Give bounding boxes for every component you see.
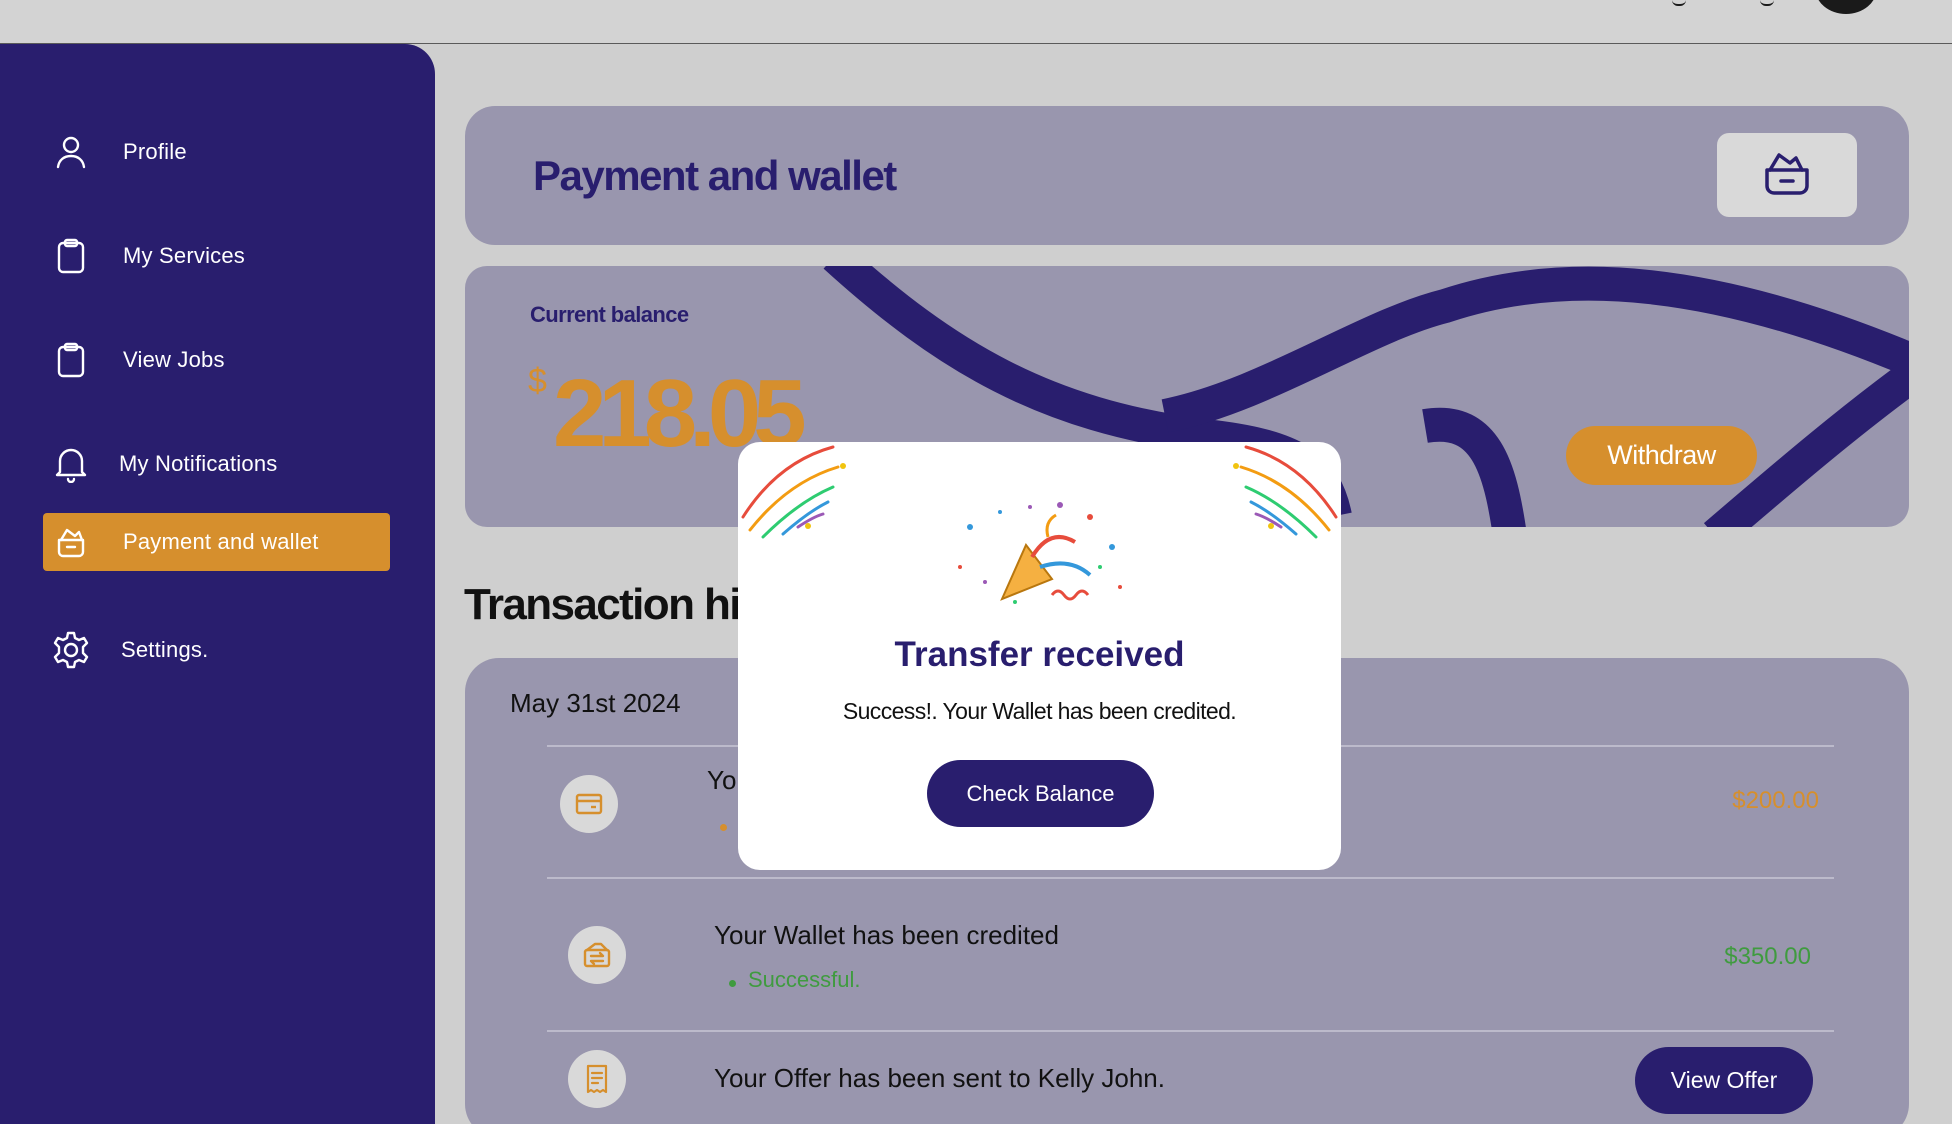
sidebar-item-label: View Jobs — [123, 347, 225, 372]
avatar[interactable] — [1815, 0, 1877, 14]
check-balance-button[interactable]: Check Balance — [927, 760, 1154, 827]
sidebar: Profile My Services View Jobs My Notific… — [0, 44, 435, 1124]
view-offer-button[interactable]: View Offer — [1635, 1047, 1813, 1114]
user-icon — [51, 132, 91, 172]
gear-icon — [51, 630, 91, 670]
sidebar-item-settings[interactable]: Settings. — [43, 621, 390, 679]
nav-icon[interactable] — [1760, 0, 1774, 6]
sidebar-item-label: Profile — [123, 139, 187, 164]
currency-symbol: $ — [528, 362, 547, 400]
sidebar-item-label: Payment and wallet — [123, 529, 319, 554]
current-balance-label: Current balance — [530, 302, 689, 327]
party-popper-icon — [940, 487, 1140, 617]
nav-icon[interactable] — [1672, 0, 1686, 6]
sidebar-item-my-notifications[interactable]: My Notifications — [43, 435, 390, 493]
transaction-title: Your Wallet has been credited — [714, 920, 1059, 950]
wallet-icon — [1763, 150, 1811, 201]
status-dot — [720, 824, 727, 831]
modal-message: Success!. Your Wallet has been credited. — [842, 698, 1237, 724]
transaction-title: Yo — [707, 765, 737, 795]
page-header: Payment and wallet — [465, 106, 1909, 245]
status-text: Successful. — [748, 967, 861, 992]
clipboard-icon — [51, 236, 91, 276]
wallet-transfer-icon — [568, 926, 626, 984]
transaction-history-title: Transaction hist — [464, 580, 777, 629]
sidebar-item-label: Settings. — [121, 637, 209, 662]
withdraw-button[interactable]: Withdraw — [1566, 426, 1757, 485]
status-dot — [729, 980, 736, 987]
sidebar-item-view-jobs[interactable]: View Jobs — [43, 331, 390, 389]
divider — [547, 1030, 1834, 1032]
clipboard-icon — [51, 340, 91, 380]
transaction-date: May 31st 2024 — [510, 688, 681, 718]
transaction-amount: $200.00 — [1732, 787, 1819, 814]
sidebar-item-profile[interactable]: Profile — [43, 123, 390, 181]
wallet-icon — [51, 522, 91, 562]
sidebar-item-label: My Services — [123, 243, 245, 268]
transaction-amount: $350.00 — [1724, 943, 1811, 970]
sidebar-item-payment-and-wallet[interactable]: Payment and wallet — [43, 513, 390, 571]
divider — [547, 877, 1834, 879]
bell-icon — [51, 444, 91, 484]
receipt-icon — [568, 1050, 626, 1108]
wallet-button[interactable] — [1717, 133, 1857, 217]
card-icon — [560, 775, 618, 833]
transaction-title: Your Offer has been sent to Kelly John. — [714, 1063, 1165, 1093]
page-title: Payment and wallet — [533, 152, 897, 199]
transfer-received-modal: Transfer received Success!. Your Wallet … — [738, 442, 1341, 870]
top-bar — [0, 0, 1952, 44]
modal-title: Transfer received — [894, 635, 1185, 674]
sidebar-item-my-services[interactable]: My Services — [43, 227, 390, 285]
sidebar-item-label: My Notifications — [119, 451, 278, 476]
